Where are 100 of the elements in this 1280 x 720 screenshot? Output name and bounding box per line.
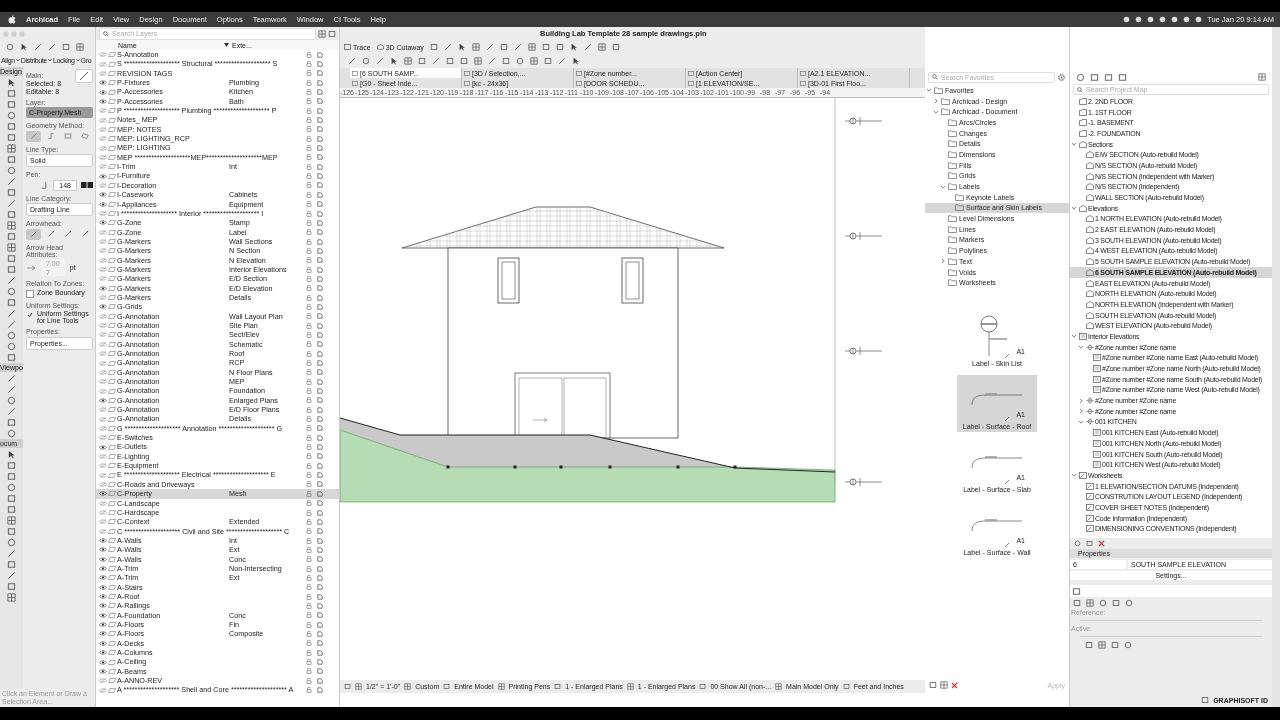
square-icon[interactable] <box>7 99 16 109</box>
padlock-icon[interactable] <box>305 201 312 208</box>
padlock-icon[interactable] <box>305 640 312 647</box>
chevron-icon[interactable] <box>1071 205 1077 212</box>
grid-icon[interactable] <box>471 43 480 51</box>
padlock-icon[interactable] <box>305 537 312 544</box>
padlock-icon[interactable] <box>305 238 312 245</box>
padlock-icon[interactable] <box>305 275 312 282</box>
cursor-icon[interactable] <box>7 77 16 87</box>
hidden-eye-icon[interactable] <box>99 472 107 478</box>
caret-icon[interactable] <box>75 58 80 62</box>
line-icon[interactable] <box>488 57 496 65</box>
checkbox[interactable] <box>26 311 34 319</box>
eye-icon[interactable] <box>99 173 107 179</box>
line-icon[interactable] <box>558 57 566 65</box>
grid-icon[interactable] <box>404 683 412 690</box>
eye-icon[interactable] <box>99 650 107 656</box>
padlock-icon[interactable] <box>305 649 312 656</box>
eye-icon[interactable] <box>99 89 107 95</box>
chevron-icon[interactable] <box>1078 397 1084 404</box>
chevron-icon[interactable] <box>940 183 946 190</box>
cursor-icon[interactable] <box>20 42 28 51</box>
line-icon[interactable] <box>34 42 42 51</box>
padlock-icon[interactable] <box>305 117 312 124</box>
hidden-eye-icon[interactable] <box>99 136 107 142</box>
square-icon[interactable] <box>7 154 16 164</box>
padlock-icon[interactable] <box>305 369 312 376</box>
grid-icon[interactable] <box>7 242 16 252</box>
hidden-eye-icon[interactable] <box>99 425 107 431</box>
square-icon[interactable] <box>7 231 16 241</box>
eye-icon[interactable] <box>99 640 107 646</box>
eye-icon[interactable] <box>99 668 107 674</box>
circle-icon[interactable] <box>7 110 16 120</box>
padlock-icon[interactable] <box>305 378 312 385</box>
cursor-icon[interactable] <box>390 57 398 65</box>
padlock-icon[interactable] <box>305 668 312 675</box>
padlock-icon[interactable] <box>305 509 312 516</box>
square-icon[interactable] <box>7 209 16 219</box>
hidden-eye-icon[interactable] <box>99 416 107 422</box>
square-icon[interactable] <box>7 471 16 481</box>
cursor-icon[interactable] <box>7 449 16 459</box>
chevron-icon[interactable] <box>1078 418 1084 425</box>
padlock-icon[interactable] <box>305 51 312 58</box>
padlock-icon[interactable] <box>305 556 312 563</box>
padlock-icon[interactable] <box>305 593 312 600</box>
eye-icon[interactable] <box>99 547 107 553</box>
node-point[interactable] <box>559 465 563 469</box>
eye-icon[interactable] <box>99 201 107 207</box>
hidden-eye-icon[interactable] <box>99 61 107 67</box>
level-marker-icon[interactable] <box>844 116 883 126</box>
circle-icon[interactable] <box>7 165 16 175</box>
padlock-icon[interactable] <box>305 70 312 77</box>
hidden-eye-icon[interactable] <box>99 117 107 123</box>
padlock-icon[interactable] <box>305 247 312 254</box>
padlock-icon[interactable] <box>305 266 312 273</box>
line-icon[interactable] <box>7 406 16 416</box>
grid-icon[interactable] <box>497 683 505 690</box>
padlock-icon[interactable] <box>305 191 312 198</box>
eye-icon[interactable] <box>99 397 107 403</box>
line-icon[interactable] <box>348 57 356 65</box>
line-icon[interactable] <box>485 43 494 51</box>
square-icon[interactable] <box>7 264 16 274</box>
sort-icon[interactable] <box>224 43 229 47</box>
circle-icon[interactable] <box>1099 599 1107 607</box>
square-icon[interactable] <box>7 493 16 503</box>
line-icon[interactable] <box>7 275 16 285</box>
grid-icon[interactable] <box>940 681 948 689</box>
padlock-icon[interactable] <box>305 500 312 507</box>
grid-icon[interactable] <box>318 29 326 38</box>
hidden-eye-icon[interactable] <box>99 519 107 525</box>
hidden-eye-icon[interactable] <box>99 323 107 329</box>
circle-icon[interactable] <box>1124 641 1132 649</box>
line-icon[interactable] <box>7 570 16 580</box>
eye-icon[interactable] <box>99 622 107 628</box>
padlock-icon[interactable] <box>305 219 312 226</box>
chevron-icon[interactable] <box>1078 408 1084 415</box>
square-icon[interactable] <box>7 297 16 307</box>
circle-icon[interactable] <box>7 482 16 492</box>
circle-icon[interactable] <box>7 428 16 438</box>
eye-icon[interactable] <box>99 538 107 544</box>
square-icon[interactable] <box>7 526 16 536</box>
grid-icon[interactable] <box>1098 641 1106 649</box>
square-icon[interactable] <box>7 352 16 362</box>
hidden-eye-icon[interactable] <box>99 267 107 273</box>
hidden-eye-icon[interactable] <box>99 332 107 338</box>
padlock-icon[interactable] <box>305 313 312 320</box>
eye-icon[interactable] <box>99 603 107 609</box>
padlock-icon[interactable] <box>305 602 312 609</box>
grid-icon[interactable] <box>355 683 362 690</box>
padlock-icon[interactable] <box>305 341 312 348</box>
padlock-icon[interactable] <box>305 659 312 665</box>
padlock-icon[interactable] <box>305 584 312 591</box>
eye-icon[interactable] <box>99 80 107 86</box>
padlock-icon[interactable] <box>305 528 312 535</box>
eye-icon[interactable] <box>99 612 107 618</box>
square-icon[interactable] <box>1090 72 1099 82</box>
circle-icon[interactable] <box>1076 72 1085 82</box>
chevron-icon[interactable] <box>926 87 932 94</box>
grid-icon[interactable] <box>7 143 16 153</box>
circle-icon[interactable] <box>7 395 16 405</box>
